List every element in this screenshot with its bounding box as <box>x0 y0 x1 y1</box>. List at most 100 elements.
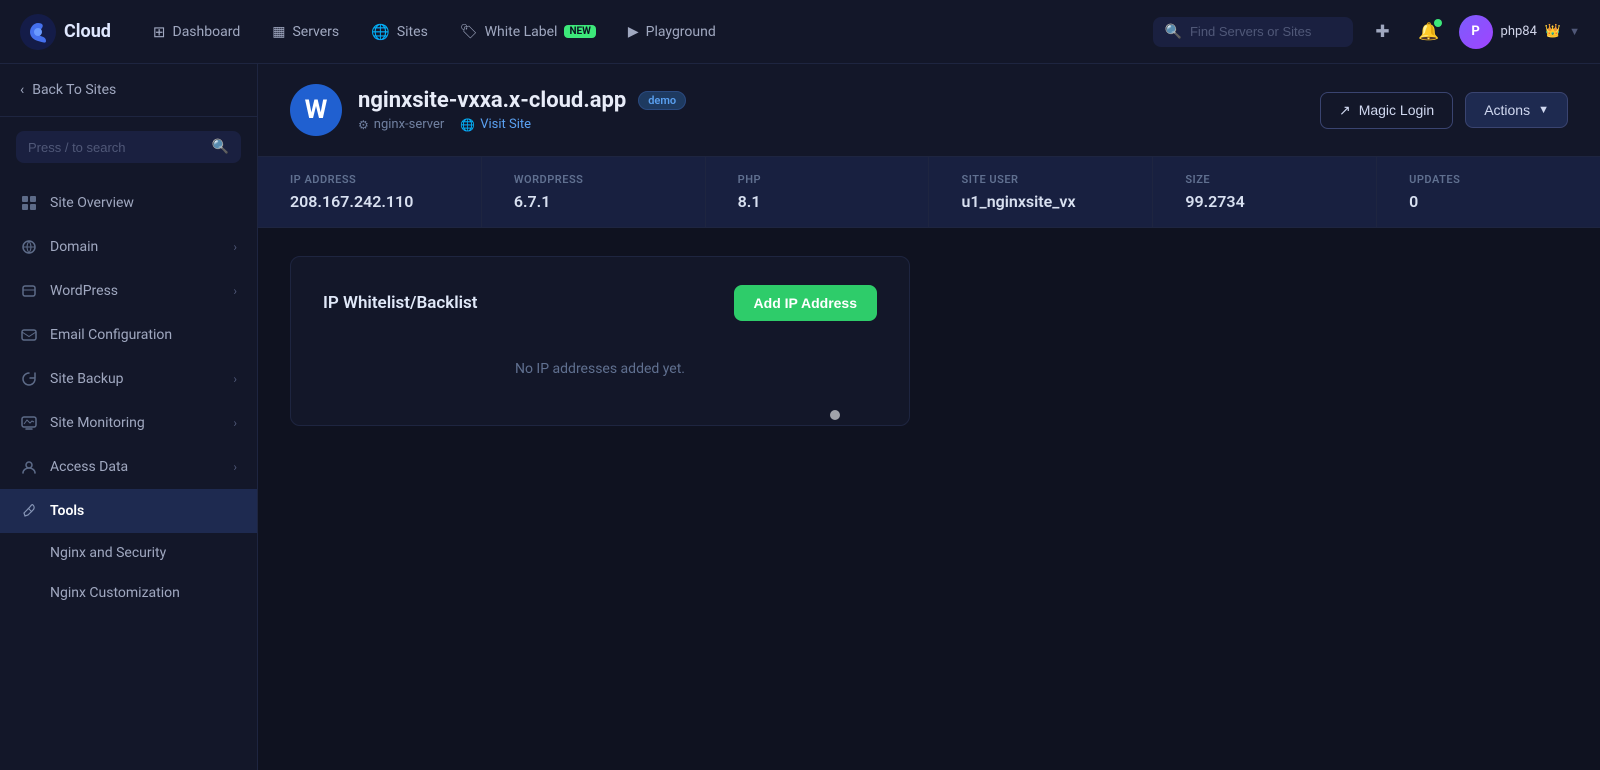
sidebar-subitem-nginx-security[interactable]: Nginx and Security <box>0 533 257 573</box>
search-icon: 🔍 <box>1165 24 1182 40</box>
stat-value-updates: 0 <box>1409 192 1568 211</box>
nav-links: ⊞ Dashboard ▦ Servers 🌐 Sites 🏷 White La… <box>139 15 1153 49</box>
chevron-right-icon: › <box>233 416 237 430</box>
stat-size: SIZE 99.2734 <box>1153 157 1377 227</box>
back-to-sites[interactable]: ‹ Back To Sites <box>0 64 257 117</box>
sidebar-label-backup: Site Backup <box>50 371 124 387</box>
sidebar-item-tools[interactable]: Tools <box>0 489 257 533</box>
stat-wordpress: WORDPRESS 6.7.1 <box>482 157 706 227</box>
magic-login-label: Magic Login <box>1359 102 1435 118</box>
main-content: W nginxsite-vxxa.x-cloud.app demo ⚙ ngin… <box>258 64 1600 770</box>
site-meta: ⚙ nginx-server 🌐 Visit Site <box>358 117 686 132</box>
topnav-right: 🔍 ✚ 🔔 P php84 👑 ▼ <box>1153 15 1580 49</box>
topnav: Cloud ⊞ Dashboard ▦ Servers 🌐 Sites 🏷 Wh… <box>0 0 1600 64</box>
stat-ip-address: IP ADDRESS 208.167.242.110 <box>258 157 482 227</box>
user-name: php84 <box>1501 24 1537 39</box>
sidebar-item-email[interactable]: Email Configuration <box>0 313 257 357</box>
nav-item-sites[interactable]: 🌐 Sites <box>357 15 442 49</box>
access-icon <box>20 458 38 476</box>
actions-label: Actions <box>1484 102 1530 118</box>
chevron-right-icon: › <box>233 284 237 298</box>
ip-title: IP Whitelist/Backlist <box>323 293 478 313</box>
site-header-left: W nginxsite-vxxa.x-cloud.app demo ⚙ ngin… <box>290 84 686 136</box>
sidebar-search-bar[interactable]: 🔍 <box>16 131 241 163</box>
nav-label-playground: Playground <box>646 24 716 40</box>
sidebar-label-email: Email Configuration <box>50 327 172 343</box>
server-meta: ⚙ nginx-server <box>358 117 444 132</box>
nav-item-servers[interactable]: ▦ Servers <box>258 16 353 48</box>
stat-value-php: 8.1 <box>738 192 897 211</box>
chevron-left-icon: ‹ <box>20 82 24 98</box>
backup-icon <box>20 370 38 388</box>
stat-value-ip: 208.167.242.110 <box>290 192 449 211</box>
chevron-right-icon: › <box>233 372 237 386</box>
tag-icon: 🏷 <box>460 24 478 40</box>
chevron-right-icon: › <box>233 460 237 474</box>
notifications-btn[interactable]: 🔔 <box>1413 16 1445 48</box>
sidebar-sublabel-nginx-security: Nginx and Security <box>50 545 166 561</box>
plus-icon: ✚ <box>1375 22 1389 42</box>
site-header: W nginxsite-vxxa.x-cloud.app demo ⚙ ngin… <box>258 64 1600 157</box>
sidebar-subitem-nginx-custom[interactable]: Nginx Customization <box>0 573 257 613</box>
server-name: nginx-server <box>374 117 445 132</box>
globe-icon: 🌐 <box>460 118 475 132</box>
wordpress-icon <box>20 282 38 300</box>
stat-label-wp: WORDPRESS <box>514 173 673 186</box>
sidebar-item-access-data[interactable]: Access Data › <box>0 445 257 489</box>
stat-updates: UPDATES 0 <box>1377 157 1600 227</box>
sidebar-label-domain: Domain <box>50 239 98 255</box>
content-area: IP Whitelist/Backlist Add IP Address No … <box>258 228 1600 454</box>
actions-button[interactable]: Actions ▼ <box>1465 92 1568 128</box>
sidebar-label-site-overview: Site Overview <box>50 195 134 211</box>
nav-label-dashboard: Dashboard <box>173 24 241 40</box>
site-title-row: nginxsite-vxxa.x-cloud.app demo <box>358 88 686 113</box>
add-btn[interactable]: ✚ <box>1367 16 1399 48</box>
new-badge: NEW <box>564 25 595 38</box>
stat-php: PHP 8.1 <box>706 157 930 227</box>
sidebar-item-wordpress[interactable]: WordPress › <box>0 269 257 313</box>
sidebar-item-monitoring[interactable]: Site Monitoring › <box>0 401 257 445</box>
search-bar[interactable]: 🔍 <box>1153 17 1353 47</box>
sidebar-label-wordpress: WordPress <box>50 283 118 299</box>
stat-label-updates: UPDATES <box>1409 173 1568 186</box>
demo-badge: demo <box>638 91 686 110</box>
sidebar-sublabel-nginx-custom: Nginx Customization <box>50 585 180 601</box>
sidebar-item-domain[interactable]: Domain › <box>0 225 257 269</box>
app-body: ‹ Back To Sites 🔍 Site Overview Domain › <box>0 64 1600 770</box>
user-menu[interactable]: P php84 👑 ▼ <box>1459 15 1580 49</box>
play-icon: ▶ <box>628 24 639 40</box>
chevron-down-icon: ▼ <box>1538 104 1549 116</box>
site-title-group: nginxsite-vxxa.x-cloud.app demo ⚙ nginx-… <box>358 88 686 132</box>
site-title: nginxsite-vxxa.x-cloud.app <box>358 88 626 113</box>
add-ip-button[interactable]: Add IP Address <box>734 285 877 321</box>
logo-text: Cloud <box>64 21 111 42</box>
chevron-down-icon: ▼ <box>1569 25 1580 38</box>
sidebar-item-site-overview[interactable]: Site Overview <box>0 181 257 225</box>
nav-label-whitelabel: White Label <box>485 24 558 40</box>
stat-site-user: SITE USER u1_nginxsite_vx <box>929 157 1153 227</box>
site-header-right: ↗ Magic Login Actions ▼ <box>1320 92 1568 129</box>
grid-icon: ⊞ <box>153 23 166 41</box>
domain-icon <box>20 238 38 256</box>
stat-label-user: SITE USER <box>961 173 1120 186</box>
sidebar-label-monitoring: Site Monitoring <box>50 415 145 431</box>
logo[interactable]: Cloud <box>20 14 111 50</box>
tools-icon <box>20 502 38 520</box>
ip-empty-message: No IP addresses added yet. <box>323 341 877 397</box>
nav-item-whitelabel[interactable]: 🏷 White Label NEW <box>446 16 610 48</box>
search-input[interactable] <box>1190 24 1341 39</box>
chevron-right-icon: › <box>233 240 237 254</box>
search-icon: 🔍 <box>212 139 229 155</box>
sidebar-search-input[interactable] <box>28 140 204 155</box>
nav-item-dashboard[interactable]: ⊞ Dashboard <box>139 15 254 49</box>
server-icon: ⚙ <box>358 118 369 132</box>
visit-site-meta[interactable]: 🌐 Visit Site <box>460 117 531 132</box>
nav-label-servers: Servers <box>292 24 339 40</box>
stat-value-user: u1_nginxsite_vx <box>961 192 1120 211</box>
nav-item-playground[interactable]: ▶ Playground <box>614 16 730 48</box>
magic-login-button[interactable]: ↗ Magic Login <box>1320 92 1453 129</box>
visit-site-link[interactable]: Visit Site <box>480 117 531 132</box>
avatar: P <box>1459 15 1493 49</box>
crown-icon: 👑 <box>1545 24 1561 39</box>
sidebar-item-backup[interactable]: Site Backup › <box>0 357 257 401</box>
